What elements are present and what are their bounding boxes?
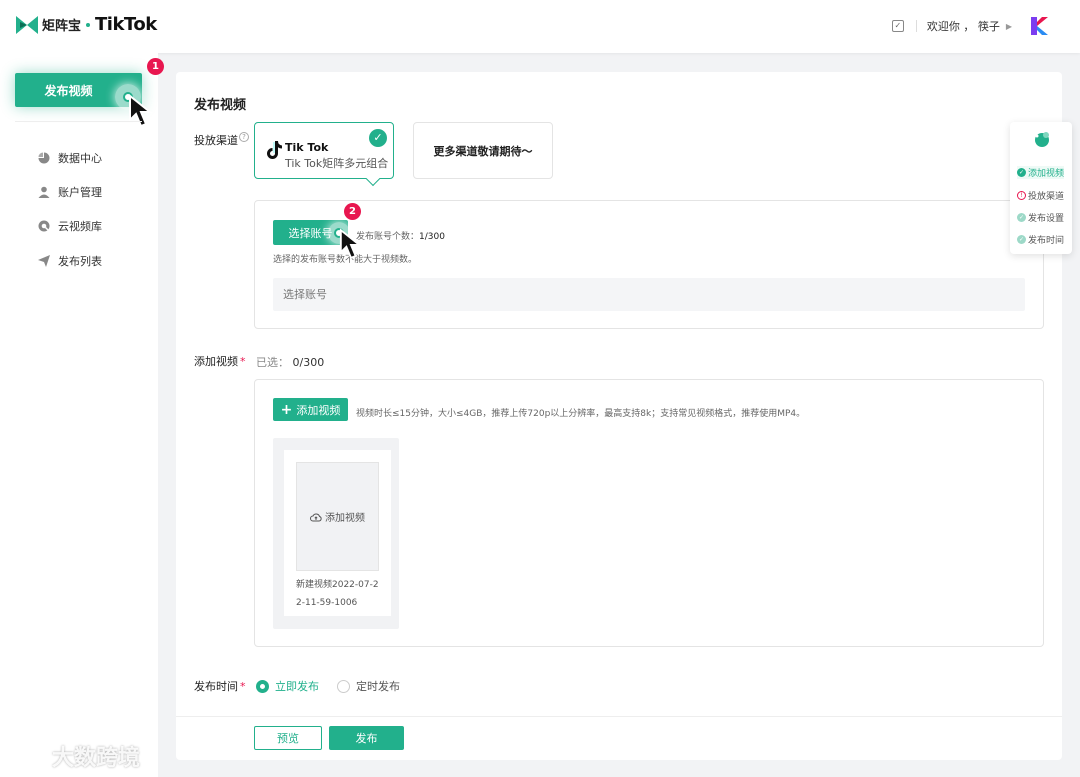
header-divider [915, 20, 917, 32]
popover-arrow [365, 171, 381, 187]
logo-text-tiktok: TikTok [95, 14, 157, 35]
brand-k-icon[interactable] [1030, 16, 1050, 36]
video-selected-label: 已选： [256, 356, 289, 369]
watermark-logo-icon [10, 745, 48, 766]
required-mark: * [240, 680, 246, 693]
step-done-icon: ✓ [1017, 168, 1026, 177]
footer-divider [176, 716, 1062, 717]
step-badge-1: 1 [147, 58, 164, 75]
video-selected-value: 0/300 [292, 356, 325, 369]
mouse-cursor-icon [129, 94, 153, 128]
user-menu-caret-icon[interactable]: ▶ [1006, 22, 1012, 31]
watermark-text: 大数跨境 [52, 746, 141, 771]
publish-time-label: 发布时间 * [194, 678, 246, 694]
sidebar-item-data-center[interactable]: 数据中心 [38, 150, 102, 166]
user-icon [38, 186, 50, 198]
selected-check-icon: ✓ [369, 129, 387, 147]
cloud-search-icon [38, 220, 50, 232]
radio-unchecked-icon [337, 679, 350, 693]
cloud-upload-icon [310, 513, 322, 521]
account-count-label: 发布账号个数： [356, 232, 420, 242]
step-done-icon: ✓ [1017, 235, 1026, 244]
channel-card-more: 更多渠道敬请期待～ [413, 122, 553, 179]
account-count: 发布账号个数：1/300 [356, 229, 445, 242]
preview-button-label: 预览 [277, 732, 299, 745]
step-label: 添加视频 [1028, 169, 1065, 179]
publish-time-radio-group: 立即发布 定时发布 [256, 678, 400, 694]
step-label: 发布设置 [1028, 214, 1065, 224]
account-panel: 选择账号 2 发布账号个数：1/300 选择的发布账号数不能大于视频数。 [254, 200, 1044, 329]
logo-text-cn: 矩阵宝 [42, 19, 82, 34]
video-card: 添加视频 新建视频2022-07-22-11-59-1006 [273, 438, 399, 629]
sidebar-item-label: 数据中心 [58, 152, 102, 165]
video-slot-label: 添加视频 [325, 513, 365, 524]
steps-logo-icon [1035, 132, 1049, 147]
video-file-name: 新建视频2022-07-22-11-59-1006 [296, 580, 379, 608]
preview-button[interactable]: 预览 [254, 726, 322, 750]
radio-publish-scheduled[interactable]: 定时发布 [337, 678, 400, 694]
plus-icon: + [280, 401, 293, 418]
step-label: 投放渠道 [1028, 192, 1065, 202]
top-header: 矩阵宝 TikTok ✓ 欢迎你 ， 筷子 ▶ [0, 0, 1080, 53]
select-account-label: 选择账号 [288, 226, 333, 240]
logo-separator-dot [86, 22, 91, 27]
sidebar-item-cloud-video-library[interactable]: 云视频库 [38, 218, 102, 234]
pie-chart-icon [38, 152, 50, 164]
tiktok-logo-icon [267, 141, 282, 159]
radio-label: 立即发布 [275, 680, 319, 693]
help-icon[interactable]: ? [239, 132, 249, 142]
step-publish-time[interactable]: ✓ 发布时间 [1017, 233, 1064, 246]
add-video-label-text: 添加视频 [194, 355, 238, 368]
matrix-logo-icon [16, 15, 38, 34]
publish-button-label: 发布视频 [44, 83, 93, 98]
sidebar-item-account-management[interactable]: 账户管理 [38, 184, 102, 200]
step-publish-settings[interactable]: ✓ 发布设置 [1017, 211, 1064, 224]
step-add-video[interactable]: ✓ 添加视频 [1017, 166, 1065, 179]
add-video-button-label: 添加视频 [296, 403, 341, 417]
add-video-button[interactable]: + 添加视频 [273, 398, 348, 421]
mouse-cursor-icon [339, 228, 362, 260]
brand-logo[interactable]: 矩阵宝 TikTok [16, 14, 157, 35]
step-channel[interactable]: ! 投放渠道 [1017, 189, 1064, 202]
progress-steps-panel: ✓ 添加视频 ! 投放渠道 ✓ 发布设置 ✓ 发布时间 [1010, 122, 1072, 254]
sidebar-item-publish-list[interactable]: 发布列表 [38, 253, 102, 269]
sidebar-divider [15, 121, 142, 122]
publish-button[interactable]: 发布 [329, 726, 404, 750]
channel-card-tiktok[interactable]: Tik Tok Tik Tok矩阵多元组合 ✓ [254, 122, 394, 187]
welcome-user[interactable]: 欢迎你 ， 筷子 [927, 18, 1000, 34]
video-upload-slot[interactable]: 添加视频 [296, 462, 379, 571]
add-video-label: 添加视频 * [194, 353, 246, 369]
sidebar: 发布视频 1 数据中心 账户管理 云视频库 发布列表 [0, 53, 164, 777]
sidebar-item-label: 发布列表 [58, 255, 102, 268]
video-card-inner: 添加视频 新建视频2022-07-22-11-59-1006 [284, 450, 391, 616]
watermark: 大数跨境 [8, 740, 140, 772]
channel-label: 投放渠道? [194, 132, 249, 148]
more-channels-text: 更多渠道敬请期待～ [433, 144, 533, 158]
step-done-icon: ✓ [1017, 213, 1026, 222]
account-select-input[interactable] [273, 278, 1025, 311]
main-content: 发布视频 投放渠道? Tik Tok Tik Tok矩阵多元组合 ✓ 更多渠道敬… [176, 72, 1062, 760]
radio-label: 定时发布 [356, 680, 400, 693]
header-user-area: ✓ 欢迎你 ， 筷子 ▶ [891, 16, 1050, 36]
video-upload-hint: 视频时长≤15分钟，大小≤4GB，推荐上传720p以上分辨率，最高支持8k；支持… [356, 409, 806, 419]
channel-name: Tik Tok [285, 141, 329, 154]
sidebar-item-label: 账户管理 [58, 186, 102, 199]
channel-label-text: 投放渠道 [194, 134, 238, 147]
radio-checked-icon [256, 679, 269, 693]
video-selected-count: 已选： 0/300 [256, 354, 324, 370]
sidebar-item-label: 云视频库 [58, 220, 102, 233]
channel-subtitle: Tik Tok矩阵多元组合 [285, 157, 389, 170]
radio-publish-now[interactable]: 立即发布 [256, 678, 319, 694]
page-title: 发布视频 [194, 98, 247, 113]
required-mark: * [240, 355, 246, 368]
send-icon [38, 255, 50, 267]
task-check-icon[interactable]: ✓ [891, 20, 904, 32]
step-badge-2: 2 [344, 203, 361, 220]
account-count-value: 1/300 [419, 232, 445, 242]
step-label: 发布时间 [1028, 236, 1065, 246]
publish-time-label-text: 发布时间 [194, 680, 238, 693]
step-warning-icon: ! [1017, 191, 1026, 200]
publish-button-label: 发布 [355, 732, 378, 745]
video-panel: + 添加视频 视频时长≤15分钟，大小≤4GB，推荐上传720p以上分辨率，最高… [254, 379, 1044, 647]
